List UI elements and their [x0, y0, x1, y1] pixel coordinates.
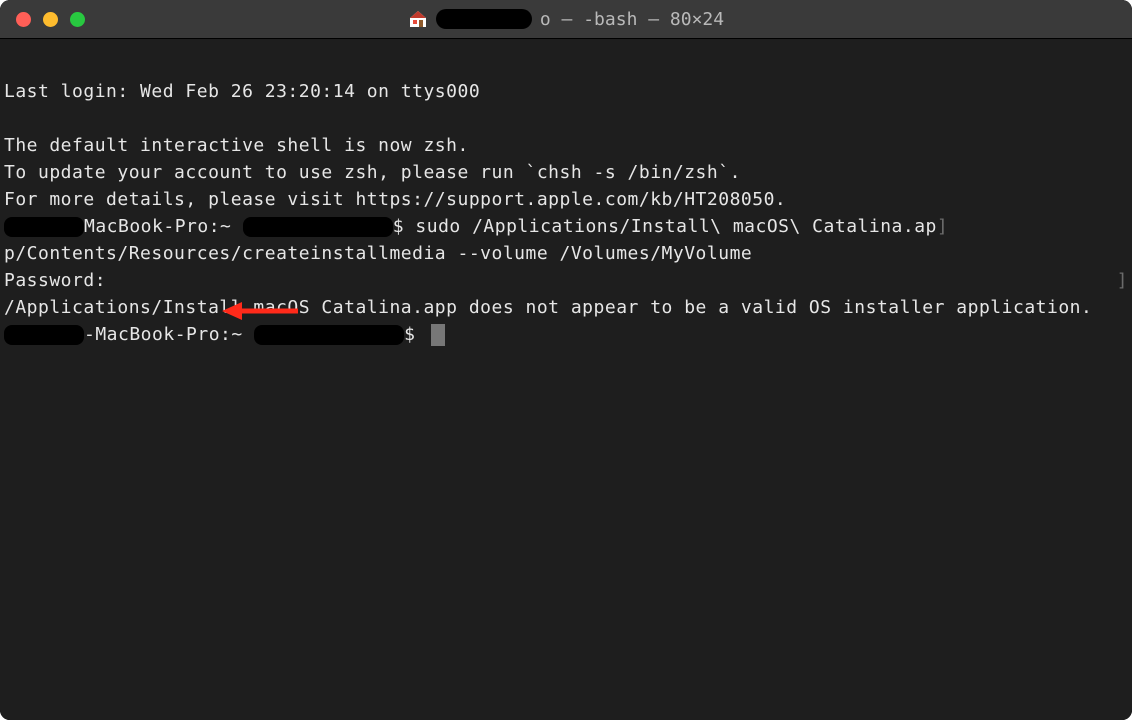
redacted-host [243, 217, 393, 237]
home-icon [408, 9, 428, 29]
prompt-2: -MacBook-Pro:~ $ [4, 324, 445, 345]
terminal-window: o — -bash — 80×24 Last login: Wed Feb 26… [0, 0, 1132, 720]
cursor [431, 324, 445, 346]
wrap-bracket-right: ] [1117, 267, 1128, 294]
zoom-icon[interactable] [70, 12, 85, 27]
titlebar[interactable]: o — -bash — 80×24 [0, 0, 1132, 39]
zsh-notice-1: The default interactive shell is now zsh… [4, 135, 469, 156]
zsh-notice-3: For more details, please visit https://s… [4, 189, 786, 210]
wrap-bracket: ] [937, 216, 948, 237]
window-title: o — -bash — 80×24 [0, 9, 1132, 30]
close-icon[interactable] [16, 12, 31, 27]
redacted-user [4, 217, 84, 237]
title-text: o — -bash — 80×24 [540, 9, 724, 30]
redacted-title [436, 9, 532, 29]
command-text: $ sudo /Applications/Install\ macOS\ Cat… [393, 216, 937, 237]
zsh-notice-2: To update your account to use zsh, pleas… [4, 162, 741, 183]
command-continuation: p/Contents/Resources/createinstallmedia … [4, 243, 752, 264]
error-message: /Applications/Install macOS Catalina.app… [4, 297, 1092, 318]
prompt-end: $ [404, 324, 427, 345]
prompt-1: MacBook-Pro:~ $ sudo /Applications/Insta… [4, 216, 948, 237]
redacted-user-2 [4, 325, 84, 345]
last-login-line: Last login: Wed Feb 26 23:20:14 on ttys0… [4, 81, 480, 102]
redacted-host-2 [254, 325, 404, 345]
prompt-host: MacBook-Pro:~ [84, 216, 243, 237]
window-controls [16, 12, 85, 27]
minimize-icon[interactable] [43, 12, 58, 27]
password-prompt: Password:] [4, 270, 106, 291]
terminal-body[interactable]: Last login: Wed Feb 26 23:20:14 on ttys0… [0, 39, 1132, 720]
prompt-host-2: -MacBook-Pro:~ [84, 324, 254, 345]
